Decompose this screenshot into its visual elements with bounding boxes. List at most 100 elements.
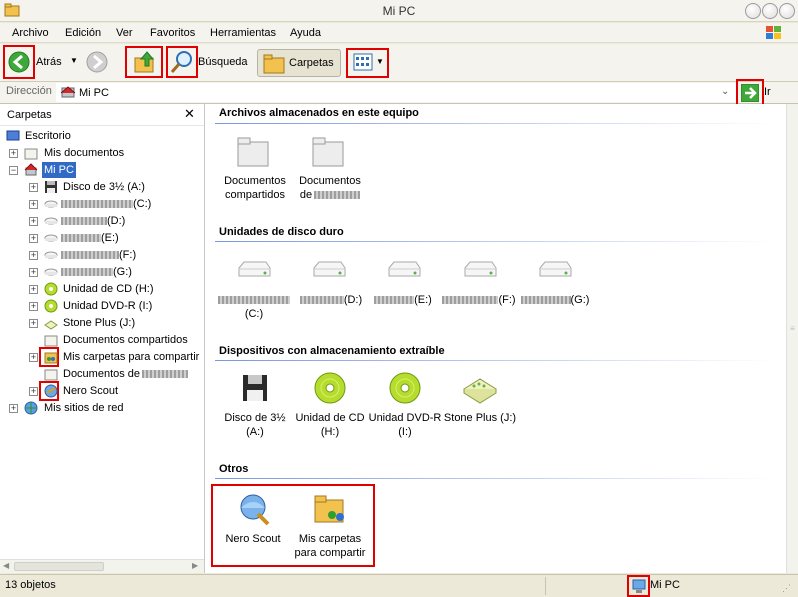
expand-e[interactable]: + [29, 234, 38, 243]
drive-d-label[interactable]: (D:) [293, 293, 369, 307]
nero-scout-label[interactable]: Nero Scout [218, 532, 288, 546]
stone-plus-drive-icon[interactable] [462, 371, 498, 407]
back-button-label[interactable]: Atrás [36, 56, 62, 68]
scroll-right-icon[interactable]: ▶ [192, 561, 198, 570]
tree-label: Stone Plus (J:) [63, 317, 136, 329]
floppy-a-label[interactable]: Disco de 3½ (A:) [217, 411, 293, 439]
user-documents-folder-icon[interactable] [310, 134, 346, 170]
label-line: (A:) [246, 426, 264, 438]
nero-scout-large-icon[interactable] [236, 492, 272, 528]
section-title-stored: Archivos almacenados en este equipo [219, 107, 419, 119]
menu-archivo[interactable]: Archivo [12, 27, 49, 39]
address-dropdown-icon[interactable]: ⌄ [721, 86, 729, 97]
hard-drive-icon[interactable] [462, 254, 498, 290]
label-line: (H:) [320, 426, 340, 438]
expand-d[interactable]: + [29, 217, 38, 226]
label-line: Stone Plus (J:) [443, 412, 517, 424]
cd-drive-icon[interactable] [312, 371, 348, 407]
search-icon[interactable] [170, 50, 194, 74]
resize-grip-icon[interactable]: ⋰ [782, 583, 791, 594]
expand-j[interactable]: + [29, 319, 38, 328]
drive-c-label[interactable]: (C:) [215, 293, 293, 321]
expand-i[interactable]: + [29, 302, 38, 311]
views-icon[interactable] [353, 53, 373, 71]
go-button-label[interactable]: Ir [764, 86, 771, 98]
scroll-thumb[interactable] [14, 562, 104, 571]
hard-drive-icon[interactable] [311, 254, 347, 290]
address-bar: Dirección Mi PC ⌄ Ir [0, 79, 798, 107]
close-panel-icon[interactable]: ✕ [184, 106, 195, 122]
tree-label: Escritorio [25, 130, 71, 142]
section-title-others: Otros [219, 463, 249, 475]
label-line: Documentos [299, 175, 361, 187]
expand-f[interactable]: + [29, 251, 38, 260]
back-arrow-icon[interactable] [8, 51, 30, 73]
hard-drive-icon [44, 200, 58, 208]
menu-ver[interactable]: Ver [116, 27, 133, 39]
label-line: Disco de 3½ [224, 412, 286, 424]
shared-documents-label[interactable]: Documentos compartidos [215, 174, 295, 202]
expand-shared-folders[interactable]: + [29, 353, 38, 362]
expand-h[interactable]: + [29, 285, 38, 294]
expand-network-places[interactable]: + [9, 404, 18, 413]
dvd-i-label[interactable]: Unidad DVD-R (I:) [367, 411, 443, 439]
user-documents-label[interactable]: Documentos de [290, 174, 370, 202]
drive-f-label[interactable]: (F:) [439, 293, 519, 307]
tree-label: (F:) [119, 249, 137, 261]
folders-button[interactable]: Carpetas [257, 49, 341, 77]
hard-drive-icon [44, 217, 58, 225]
folders-horizontal-scrollbar[interactable]: ◀ ▶ [0, 559, 204, 573]
minimize-button[interactable] [745, 3, 761, 19]
hard-drive-icon [44, 251, 58, 259]
expand-nero-scout[interactable]: + [29, 387, 38, 396]
folder-icon [44, 369, 58, 381]
address-label: Dirección [6, 85, 52, 97]
close-button[interactable] [779, 3, 795, 19]
floppy-icon [45, 181, 57, 193]
views-dropdown-icon[interactable]: ▼ [376, 57, 384, 66]
hard-drive-icon[interactable] [537, 254, 573, 290]
dvd-drive-icon[interactable] [387, 371, 423, 407]
toolbar: Atrás ▼ Búsqueda Carpetas ▼ [0, 44, 798, 82]
status-location: Mi PC [650, 579, 680, 591]
address-input[interactable]: Mi PC ⌄ [56, 83, 736, 102]
cd-h-label[interactable]: Unidad de CD (H:) [292, 411, 368, 439]
shared-documents-folder-icon[interactable] [235, 134, 271, 170]
menu-edicion[interactable]: Edición [65, 27, 101, 39]
menu-favoritos[interactable]: Favoritos [150, 27, 195, 39]
up-folder-icon[interactable] [133, 50, 157, 74]
my-shared-folders-large-icon[interactable] [312, 492, 348, 528]
label-line: (I:) [398, 426, 412, 438]
scroll-grip-icon[interactable]: ≡ [788, 324, 797, 344]
my-shared-folders-label[interactable]: Mis carpetas para compartir [290, 532, 370, 560]
stone-plus-j-label[interactable]: Stone Plus (J:) [440, 411, 520, 425]
collapse-mi-pc[interactable]: − [9, 166, 18, 175]
go-arrow-icon[interactable] [741, 84, 759, 102]
network-icon [24, 401, 38, 415]
tree-label: Documentos compartidos [63, 334, 188, 346]
drive-e-label[interactable]: (E:) [371, 293, 435, 307]
hard-drive-icon[interactable] [386, 254, 422, 290]
folders-panel: Carpetas ✕ Escritorio + Mis documentos −… [0, 104, 205, 573]
expand-a[interactable]: + [29, 183, 38, 192]
back-dropdown-icon[interactable]: ▼ [70, 56, 78, 65]
forward-arrow-icon[interactable] [86, 51, 108, 73]
folders-panel-header: Carpetas ✕ [0, 104, 204, 126]
tree-label-selected: Mi PC [42, 162, 76, 178]
maximize-button[interactable] [762, 3, 778, 19]
content-vertical-scrollbar[interactable]: ≡ [786, 104, 798, 573]
section-title-removable: Dispositivos con almacenamiento extraíbl… [219, 345, 445, 357]
scroll-left-icon[interactable]: ◀ [3, 561, 9, 570]
drive-g-label[interactable]: (G:) [517, 293, 593, 307]
hard-drive-icon[interactable] [236, 254, 272, 290]
hard-drive-icon [44, 234, 58, 242]
menu-herramientas[interactable]: Herramientas [210, 27, 276, 39]
menu-ayuda[interactable]: Ayuda [290, 27, 321, 39]
expand-g[interactable]: + [29, 268, 38, 277]
expand-mis-documentos[interactable]: + [9, 149, 18, 158]
expand-c[interactable]: + [29, 200, 38, 209]
hard-drive-icon [44, 268, 58, 276]
search-button-label[interactable]: Búsqueda [198, 56, 248, 68]
floppy-drive-icon[interactable] [237, 371, 273, 407]
menu-bar: Archivo Edición Ver Favoritos Herramient… [0, 23, 798, 43]
